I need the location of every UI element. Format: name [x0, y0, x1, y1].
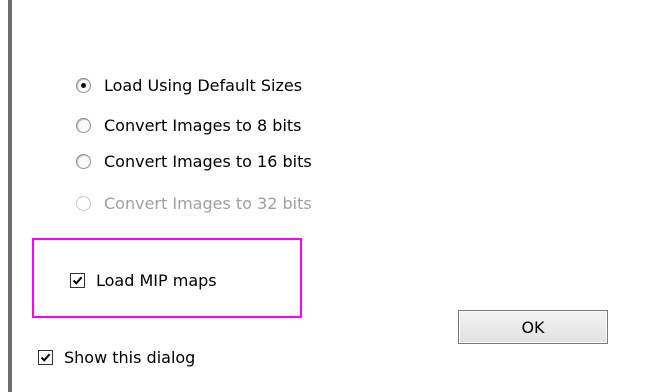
show-dialog-label: Show this dialog — [64, 347, 196, 367]
radio-label: Convert Images to 8 bits — [104, 115, 302, 135]
ok-button[interactable]: OK — [458, 310, 608, 344]
checkmark-icon — [72, 276, 83, 285]
show-dialog-checkbox-row[interactable]: Show this dialog — [38, 345, 195, 369]
radio-button-disabled — [76, 195, 91, 211]
image-load-options-dialog: Load Using Default Sizes Convert Images … — [12, 0, 654, 392]
radio-convert-32-bits: Convert Images to 32 bits — [76, 190, 312, 216]
radio-button[interactable] — [76, 153, 91, 169]
radio-button-selected[interactable] — [76, 77, 91, 93]
load-mip-maps-checkbox-row[interactable]: Load MIP maps — [70, 268, 217, 292]
show-dialog-checkbox[interactable] — [38, 349, 53, 365]
radio-label: Load Using Default Sizes — [104, 75, 303, 95]
load-mip-maps-label: Load MIP maps — [96, 270, 217, 290]
checkmark-icon — [40, 353, 51, 362]
radio-load-default-sizes[interactable]: Load Using Default Sizes — [76, 72, 302, 98]
radio-label: Convert Images to 16 bits — [104, 151, 312, 171]
load-mip-maps-checkbox[interactable] — [70, 272, 85, 288]
radio-convert-16-bits[interactable]: Convert Images to 16 bits — [76, 148, 312, 174]
radio-button[interactable] — [76, 117, 91, 133]
radio-convert-8-bits[interactable]: Convert Images to 8 bits — [76, 112, 302, 138]
radio-label: Convert Images to 32 bits — [104, 193, 312, 213]
